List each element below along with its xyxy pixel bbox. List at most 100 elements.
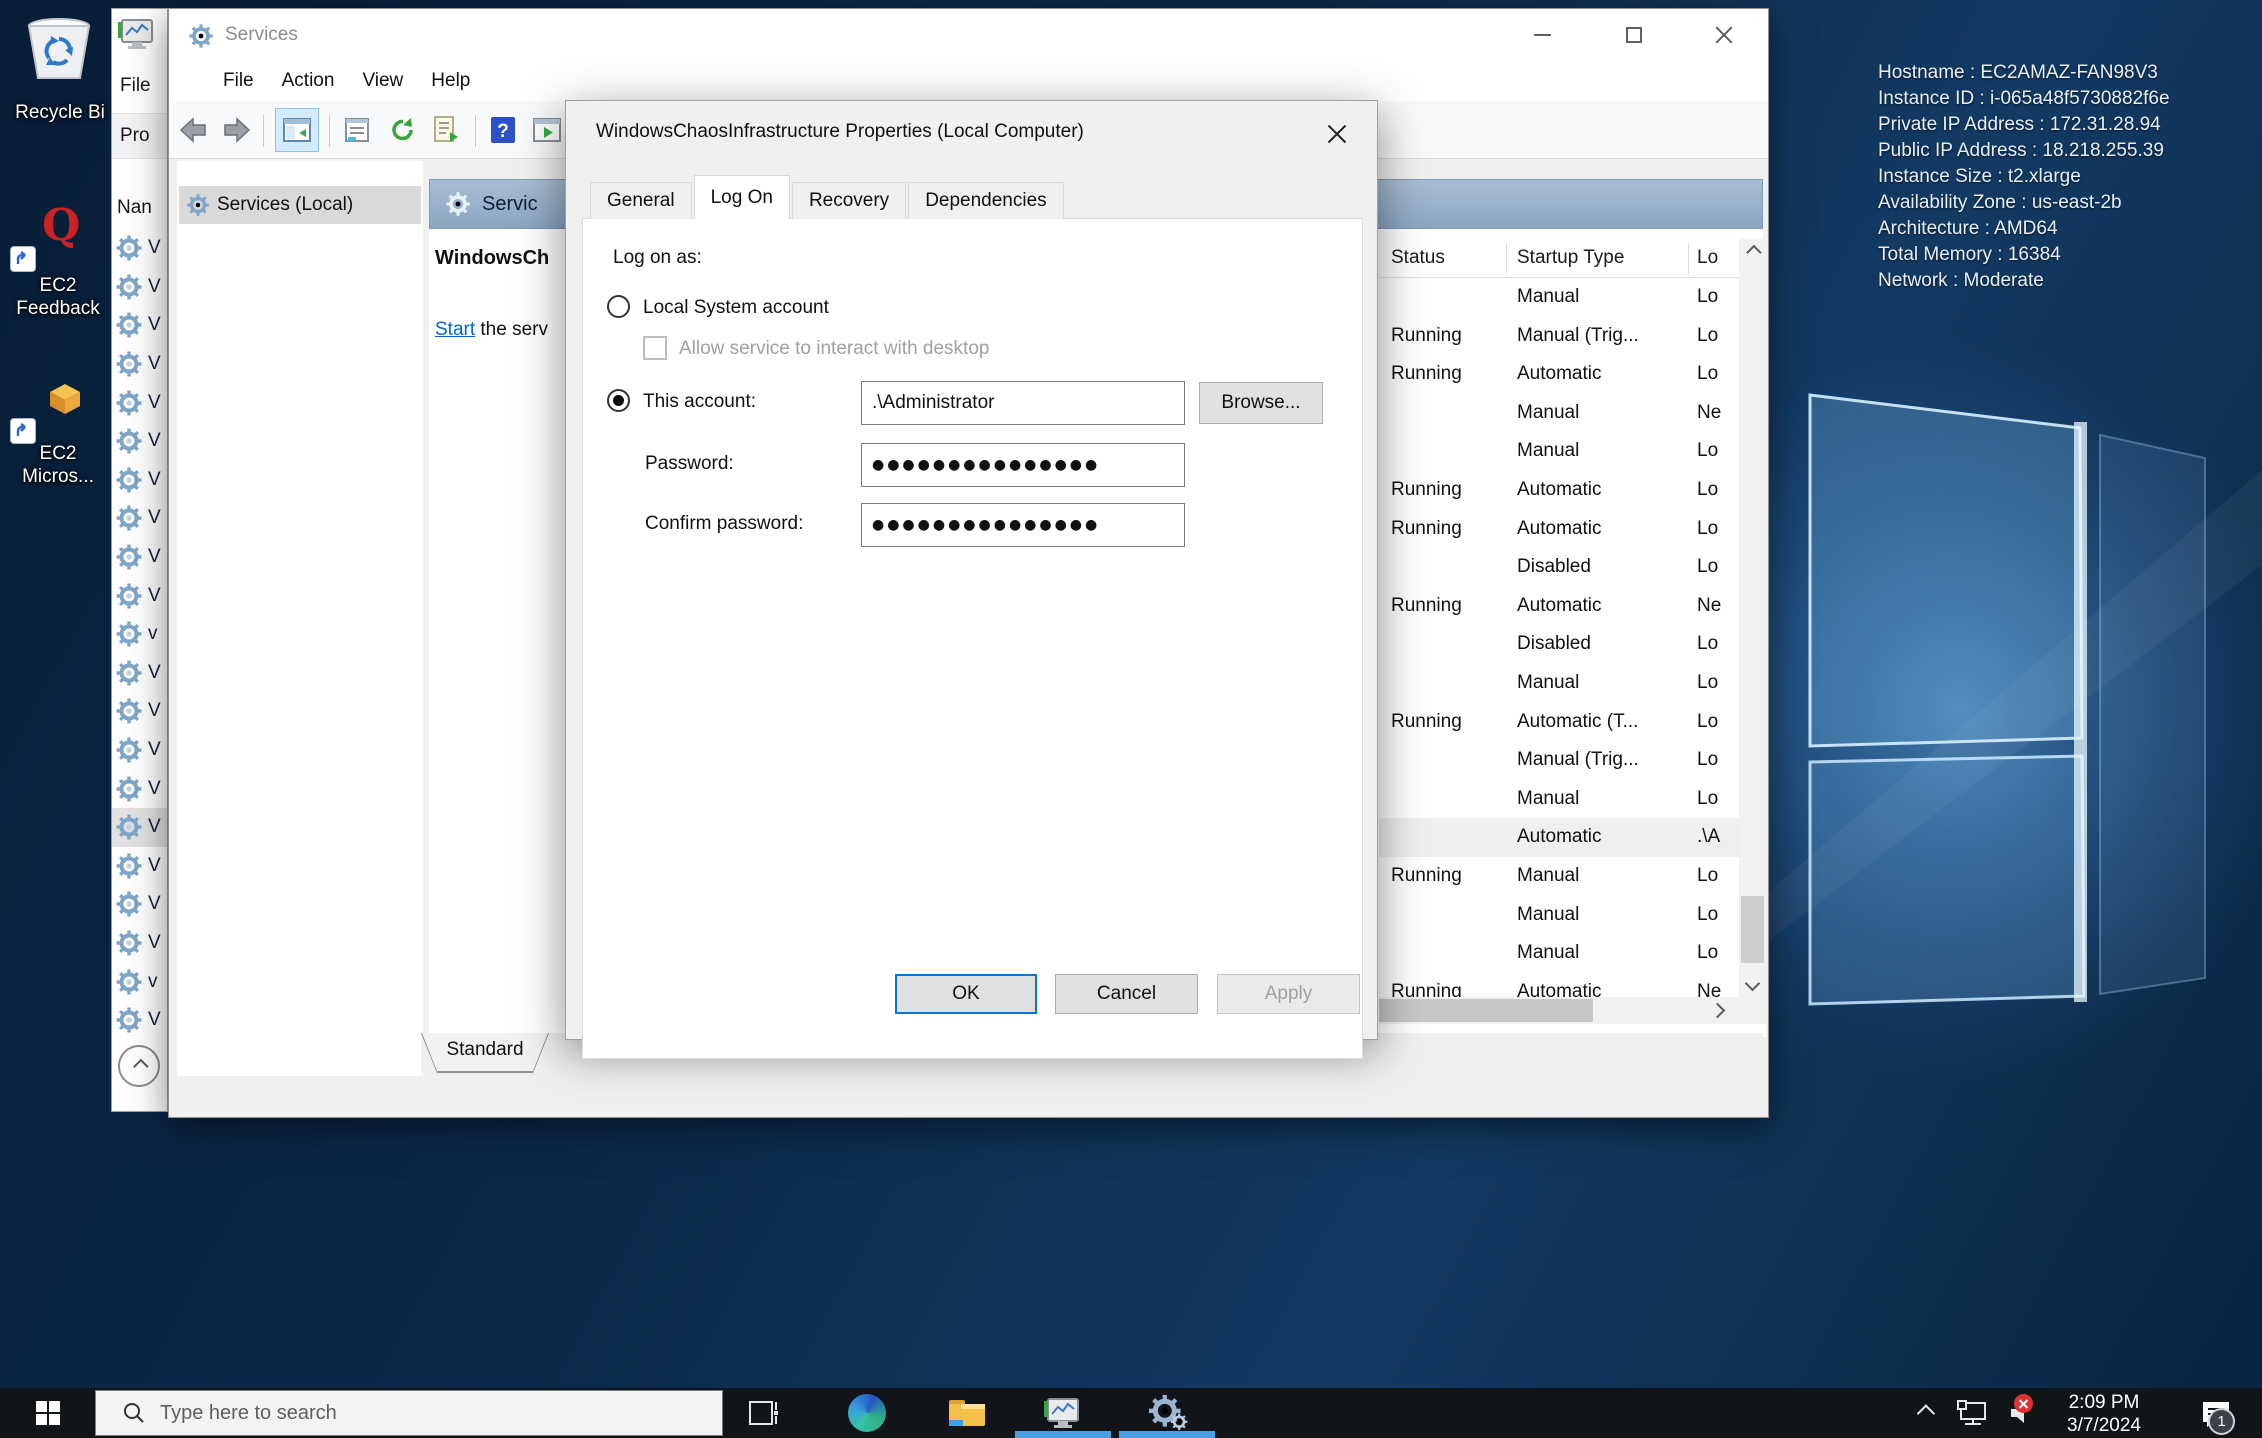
cancel-button[interactable]: Cancel — [1055, 974, 1198, 1014]
background-service-row[interactable]: V — [112, 422, 168, 461]
background-service-row[interactable]: V — [112, 924, 168, 963]
menu-item[interactable]: Action — [268, 70, 349, 92]
background-service-row[interactable]: V — [112, 576, 168, 615]
background-window-column-header[interactable]: Nan — [117, 197, 152, 219]
background-service-row[interactable]: v — [112, 615, 168, 654]
close-button[interactable] — [1678, 9, 1770, 61]
scroll-up-button[interactable] — [118, 1045, 160, 1087]
help-button[interactable]: ? — [485, 112, 521, 148]
background-service-row[interactable]: V — [112, 808, 168, 847]
background-window-service-list[interactable]: V V V — [112, 229, 168, 1041]
background-window-file-menu[interactable]: File — [120, 75, 151, 97]
background-service-row[interactable]: V — [112, 847, 168, 886]
background-service-row[interactable]: V — [112, 769, 168, 808]
background-service-row[interactable]: V — [112, 1001, 168, 1040]
horizontal-scrollbar[interactable] — [1379, 997, 1766, 1024]
service-row[interactable]: Running Automatic Ne — [1379, 587, 1739, 626]
dialog-tab[interactable]: General — [590, 182, 692, 219]
start-button[interactable] — [0, 1388, 95, 1438]
volume-tray-button[interactable] — [1996, 1388, 2048, 1438]
column-separator[interactable] — [1688, 243, 1689, 274]
menu-item[interactable]: File — [209, 70, 268, 92]
refresh-button[interactable] — [385, 112, 421, 148]
edge-browser-button[interactable] — [831, 1388, 903, 1438]
service-row[interactable]: Running Automatic Lo — [1379, 355, 1739, 394]
network-tray-button[interactable] — [1948, 1388, 1996, 1438]
column-logon-as[interactable]: Lo — [1697, 247, 1718, 269]
browse-button[interactable]: Browse... — [1199, 382, 1323, 424]
task-view-button[interactable] — [729, 1388, 801, 1438]
file-explorer-button[interactable] — [931, 1388, 1003, 1438]
apply-button[interactable]: Apply — [1217, 974, 1360, 1014]
background-service-row[interactable]: V — [112, 268, 168, 307]
dialog-close-button[interactable] — [1315, 117, 1359, 151]
maximize-button[interactable] — [1588, 9, 1680, 61]
service-row[interactable]: Manual Lo — [1379, 934, 1739, 973]
background-service-row[interactable]: V — [112, 345, 168, 384]
dialog-tab[interactable]: Recovery — [792, 182, 906, 219]
service-row[interactable]: Running Manual (Trig... Lo — [1379, 317, 1739, 356]
forward-button[interactable] — [219, 112, 255, 148]
service-row[interactable]: Manual Lo — [1379, 432, 1739, 471]
service-row[interactable]: Running Automatic Ne — [1379, 973, 1739, 997]
background-service-row[interactable]: v — [112, 962, 168, 1001]
password-input[interactable] — [861, 443, 1185, 487]
dialog-tab[interactable]: Dependencies — [908, 182, 1063, 219]
service-row[interactable]: Running Manual Lo — [1379, 857, 1739, 896]
background-service-row[interactable]: V — [112, 229, 168, 268]
tree-item-services-local[interactable]: Services (Local) — [179, 186, 421, 224]
back-button[interactable] — [175, 112, 211, 148]
action-center-button[interactable]: 1 — [2186, 1388, 2246, 1438]
tray-overflow-button[interactable] — [1902, 1388, 1946, 1438]
menu-item[interactable]: View — [348, 70, 417, 92]
start-service-button[interactable] — [529, 112, 565, 148]
taskbar-search[interactable] — [95, 1390, 723, 1436]
service-row[interactable]: Running Automatic Lo — [1379, 471, 1739, 510]
start-service-link[interactable]: Start — [435, 319, 475, 340]
desktop-icon-recycle-bin[interactable]: Recycle Bi — [8, 14, 112, 124]
service-row[interactable]: Disabled Lo — [1379, 548, 1739, 587]
background-service-row[interactable]: V — [112, 461, 168, 500]
service-row[interactable]: Manual Lo — [1379, 664, 1739, 703]
view-tab[interactable]: Standard — [421, 1033, 549, 1073]
ok-button[interactable]: OK — [895, 974, 1037, 1014]
column-status[interactable]: Status — [1391, 247, 1445, 269]
account-input[interactable] — [861, 381, 1185, 425]
vertical-scroll-thumb[interactable] — [1741, 896, 1764, 963]
dialog-tab[interactable]: Log On — [694, 175, 790, 219]
service-row[interactable]: Manual Ne — [1379, 394, 1739, 433]
minimize-button[interactable] — [1496, 9, 1588, 61]
background-window-toolbar-label[interactable]: Pro — [120, 125, 150, 147]
service-row[interactable]: Manual Lo — [1379, 278, 1739, 317]
desktop-icon-ec2-feedback[interactable]: Q EC2 Feedback — [6, 206, 110, 320]
background-service-row[interactable]: V — [112, 885, 168, 924]
taskbar-clock[interactable]: 2:09 PM 3/7/2024 — [2052, 1391, 2156, 1437]
allow-interact-checkbox[interactable] — [643, 336, 667, 360]
dialog-title-bar[interactable]: WindowsChaosInfrastructure Properties (L… — [566, 101, 1377, 163]
this-account-radio[interactable] — [607, 389, 630, 412]
background-service-row[interactable]: V — [112, 654, 168, 693]
properties-button[interactable] — [339, 112, 375, 148]
menu-item[interactable]: Help — [417, 70, 484, 92]
services-title-bar[interactable]: Services — [169, 9, 1768, 61]
background-service-row[interactable]: V — [112, 731, 168, 770]
show-console-tree-button[interactable] — [275, 108, 319, 152]
confirm-password-input[interactable] — [861, 503, 1185, 547]
background-service-row[interactable]: V — [112, 306, 168, 345]
local-system-radio[interactable] — [607, 295, 630, 318]
service-row[interactable]: Manual Lo — [1379, 896, 1739, 935]
service-row[interactable]: Running Automatic Lo — [1379, 510, 1739, 549]
search-input[interactable] — [160, 1402, 640, 1425]
scroll-down-arrow[interactable] — [1739, 970, 1766, 997]
background-service-row[interactable]: V — [112, 538, 168, 577]
background-window[interactable]: File Pro Nan V V — [111, 8, 168, 1112]
export-list-button[interactable] — [429, 112, 465, 148]
service-row[interactable]: Running Automatic (T... Lo — [1379, 703, 1739, 742]
background-service-row[interactable]: V — [112, 383, 168, 422]
background-service-row[interactable]: V — [112, 692, 168, 731]
service-row[interactable]: Manual Lo — [1379, 780, 1739, 819]
column-startup-type[interactable]: Startup Type — [1517, 247, 1624, 269]
scroll-up-arrow[interactable] — [1739, 239, 1766, 266]
vertical-scrollbar[interactable] — [1739, 239, 1766, 997]
horizontal-scroll-thumb[interactable] — [1379, 999, 1593, 1022]
